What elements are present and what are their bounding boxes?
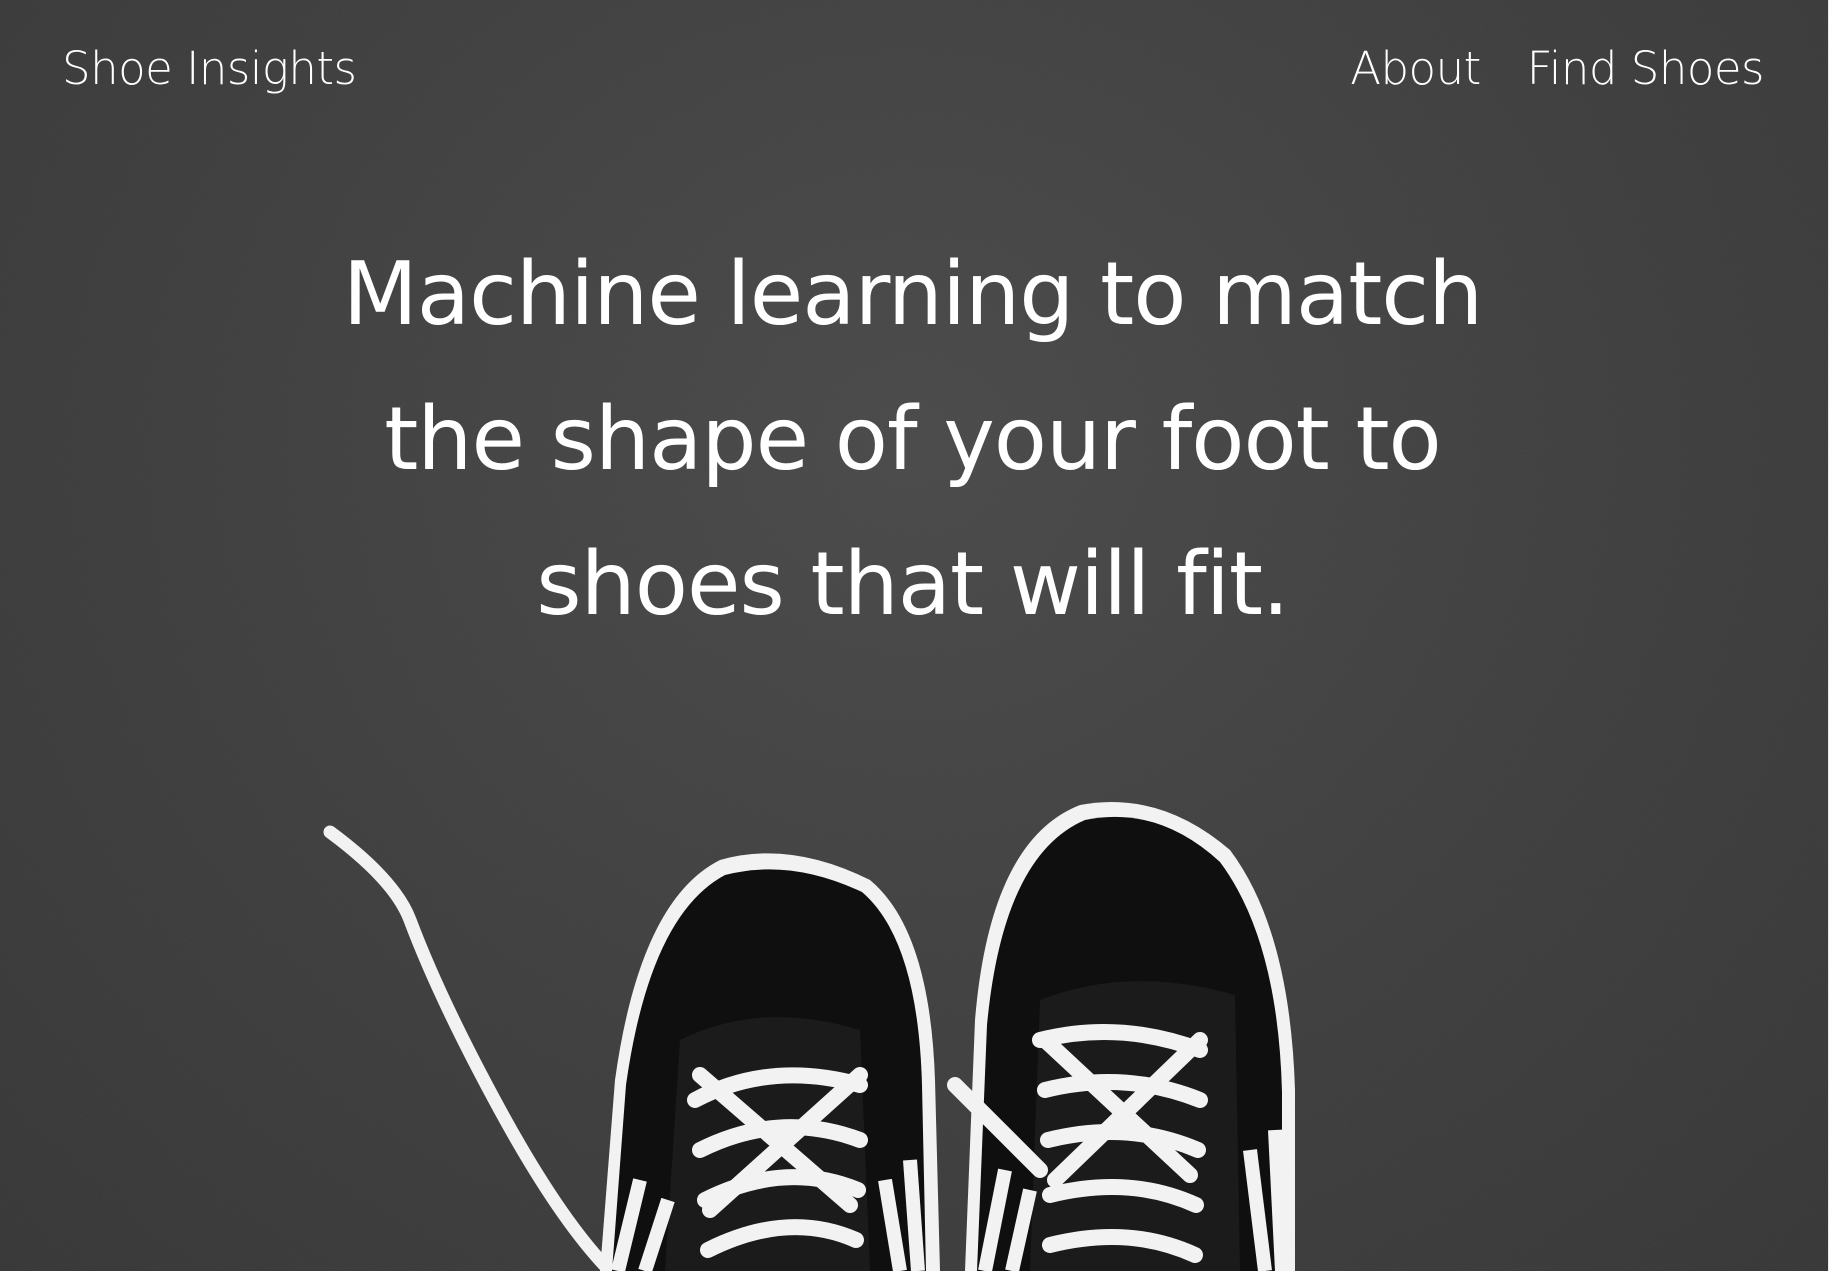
headline-line-1: Machine learning to match bbox=[342, 243, 1484, 345]
left-shoe-icon bbox=[600, 853, 940, 1271]
right-shoe-icon bbox=[947, 802, 1295, 1271]
nav-about-link[interactable]: About bbox=[1350, 42, 1481, 95]
hero-page: Shoe Insights About Find Shoes Machine l… bbox=[0, 0, 1829, 1271]
nav-find-shoes-link[interactable]: Find Shoes bbox=[1527, 42, 1765, 95]
hero-headline: Machine learning to match the shape of y… bbox=[320, 222, 1505, 657]
headline-line-2: the shape of your foot to bbox=[384, 388, 1442, 490]
top-nav: About Find Shoes bbox=[1350, 42, 1764, 95]
brand-logo-link[interactable]: Shoe Insights bbox=[62, 42, 357, 95]
headline-line-3: shoes that will fit. bbox=[536, 533, 1289, 635]
